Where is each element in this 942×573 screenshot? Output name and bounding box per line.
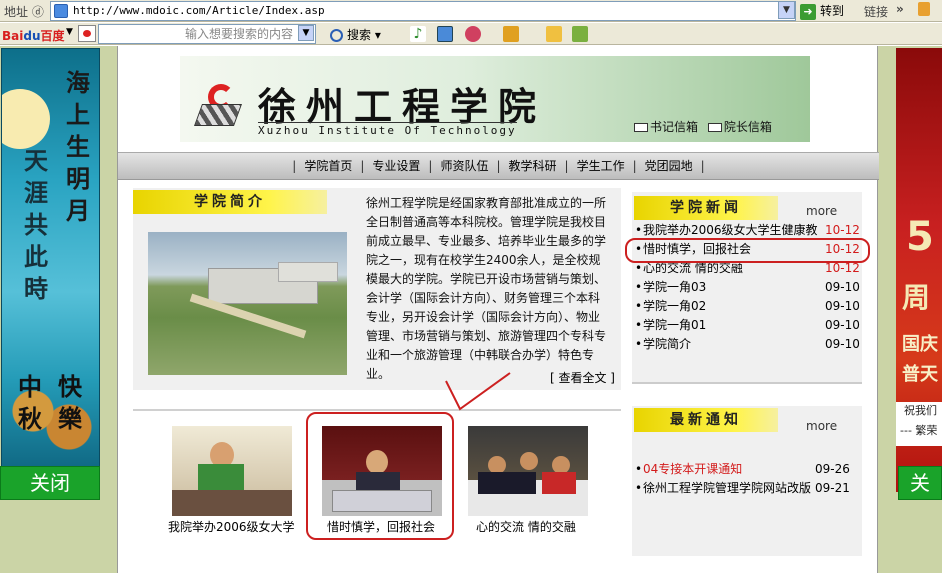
- notice-item[interactable]: • 04专接本开课通知 09-26: [635, 460, 865, 479]
- highlight-annotation-news: [625, 238, 870, 263]
- president-mailbox-link[interactable]: 院长信箱: [707, 120, 772, 134]
- college-news-item[interactable]: • 学院一角01 09-10: [635, 316, 865, 335]
- college-news-date: 09-10: [825, 337, 860, 351]
- envelope-icon: [707, 123, 722, 132]
- bullet-icon: •: [635, 462, 643, 476]
- ad-national-day-text: 国庆: [902, 334, 938, 355]
- right-side-ad[interactable]: 5 周 国庆 普天 祝我们 --- 繁荣 关: [878, 46, 942, 573]
- college-news-title[interactable]: 学院一角03: [643, 278, 819, 297]
- checkmark-annotation: [445, 372, 511, 411]
- baidu-menu-dropdown-icon[interactable]: ▼: [66, 27, 73, 37]
- notice-item[interactable]: • 徐州工程学院管理学院网站改版 09-21: [635, 479, 865, 498]
- photo-thumb-exchange[interactable]: [468, 426, 588, 516]
- url-dropdown-icon[interactable]: ▼: [778, 1, 795, 19]
- photo-caption-1[interactable]: 我院举办2006级女大学: [168, 518, 295, 535]
- intro-text: 徐州工程学院是经国家教育部批准成立的一所全日制普通高等本科院校。管理学院是我校目…: [366, 196, 607, 381]
- mid-autumn-poster[interactable]: 海上生明月 天涯共此時 中秋 快樂: [1, 48, 100, 492]
- ad-mid-autumn-text: 中秋: [18, 372, 42, 433]
- go-button[interactable]: ➜ 转到: [800, 1, 855, 21]
- highlight-annotation-photo: [306, 412, 454, 540]
- page-icon: [54, 4, 68, 18]
- college-news-title[interactable]: 学院一角02: [643, 297, 819, 316]
- mailbox-links: 书记信箱 院长信箱: [634, 118, 778, 135]
- nav-party[interactable]: 党团园地: [645, 159, 693, 173]
- latest-notices-list: • 04专接本开课通知 09-26 • 徐州工程学院管理学院网站改版 09-21: [635, 460, 865, 498]
- notice-title[interactable]: 04专接本开课通知: [643, 460, 811, 479]
- baidu-search-input[interactable]: 输入想要搜索的内容: [98, 24, 316, 44]
- college-news-date: 09-10: [825, 318, 860, 332]
- nav-majors[interactable]: 专业设置: [372, 159, 420, 173]
- main-page: 徐州工程学院 Xuzhou Institute Of Technology 书记…: [117, 46, 879, 573]
- baidu-site-selector[interactable]: [78, 25, 96, 42]
- music-icon[interactable]: ♪: [410, 26, 426, 42]
- envelope-icon: [634, 123, 648, 132]
- left-side-ad[interactable]: 海上生明月 天涯共此時 中秋 快樂 关闭: [0, 46, 117, 573]
- college-english-name: Xuzhou Institute Of Technology: [258, 122, 517, 137]
- go-arrow-icon: ➜: [800, 3, 816, 20]
- right-ad-close-button[interactable]: 关: [898, 466, 942, 500]
- url-field[interactable]: http://www.mdoic.com/Article/Index.asp: [50, 1, 796, 21]
- highlight-icon[interactable]: [503, 26, 519, 42]
- college-news-more-link[interactable]: more: [806, 204, 837, 218]
- bullet-icon: •: [635, 318, 643, 332]
- campus-photo[interactable]: [148, 232, 347, 375]
- college-news-date: 09-10: [825, 299, 860, 313]
- notice-date: 09-21: [815, 481, 850, 495]
- left-ad-close-button[interactable]: 关闭: [0, 466, 100, 500]
- nav-research[interactable]: 教学科研: [509, 159, 557, 173]
- college-news-title[interactable]: 学院简介: [643, 335, 819, 354]
- ad-celebration-text: 普天: [902, 364, 938, 385]
- baidu-toolbar: Baidu百度 ▼ 输入想要搜索的内容 ▼ 搜索 ▾ ♪: [0, 23, 942, 45]
- latest-notices-more-link[interactable]: more: [806, 419, 837, 433]
- college-news-title[interactable]: 学院一角01: [643, 316, 819, 335]
- address-label: 地址 ⓓ: [4, 5, 44, 19]
- bullet-icon: •: [635, 280, 643, 294]
- main-nav: | 学院首页 | 专业设置 | 师资队伍 | 教学科研 | 学生工作 | 党团园地 |: [118, 152, 879, 180]
- ad-week-text: 周: [902, 281, 931, 314]
- ad-big-number: 5: [906, 214, 934, 260]
- go-label: 转到: [820, 4, 845, 18]
- college-news-date: 09-10: [825, 280, 860, 294]
- photo-caption-3[interactable]: 心的交流 情的交融: [476, 518, 576, 535]
- baidu-search-button[interactable]: 搜索 ▾: [330, 26, 381, 43]
- site-banner: 徐州工程学院 Xuzhou Institute Of Technology 书记…: [180, 56, 810, 142]
- section-divider: [133, 409, 621, 411]
- tools-icon[interactable]: [572, 26, 588, 42]
- notice-title[interactable]: 徐州工程学院管理学院网站改版: [643, 479, 811, 498]
- intro-read-more-link[interactable]: [ 查看全文 ]: [550, 369, 615, 386]
- search-icon: [330, 29, 343, 42]
- search-history-dropdown-icon[interactable]: ▼: [298, 25, 314, 41]
- address-bar: 地址 ⓓ http://www.mdoic.com/Article/Index.…: [0, 0, 942, 22]
- ad-happy-text: 快樂: [58, 372, 82, 433]
- url-text[interactable]: http://www.mdoic.com/Article/Index.asp: [73, 4, 325, 17]
- bullet-icon: •: [635, 299, 643, 313]
- college-logo: [193, 74, 252, 132]
- college-news-item[interactable]: • 学院简介 09-10: [635, 335, 865, 354]
- image-icon[interactable]: [437, 26, 453, 42]
- links-more-chevron-icon[interactable]: »: [896, 2, 904, 16]
- ad-poem-line-1: 海上生明月: [66, 68, 90, 225]
- college-news-item[interactable]: • 学院一角03 09-10: [635, 278, 865, 297]
- intro-title-tag: 学院简介: [133, 190, 327, 214]
- college-news-item[interactable]: • 学院一角02 09-10: [635, 297, 865, 316]
- photo-thumb-health-lecture[interactable]: [172, 426, 292, 516]
- nav-faculty[interactable]: 师资队伍: [440, 159, 488, 173]
- notice-date: 09-26: [815, 462, 850, 476]
- latest-notices-title-tag: 最新通知: [634, 408, 778, 432]
- ad-prosper-text: --- 繁荣: [900, 424, 938, 437]
- pen-icon[interactable]: [546, 26, 562, 42]
- nav-home[interactable]: 学院首页: [304, 159, 352, 173]
- bullet-icon: •: [635, 337, 643, 351]
- nav-student-work[interactable]: 学生工作: [577, 159, 625, 173]
- moon-graphic: [2, 89, 50, 149]
- ad-poem-line-2: 天涯共此時: [24, 146, 48, 303]
- secretary-mailbox-link[interactable]: 书记信箱: [634, 120, 698, 134]
- links-button[interactable]: 链接: [864, 3, 888, 20]
- baidu-logo[interactable]: Baidu百度: [2, 27, 65, 44]
- news-icon[interactable]: [465, 26, 481, 42]
- bullet-icon: •: [635, 481, 643, 495]
- toolbar-extension-icon[interactable]: [918, 2, 930, 16]
- college-news-title-tag: 学院新闻: [634, 196, 778, 220]
- ad-wish-text: 祝我们: [904, 404, 937, 417]
